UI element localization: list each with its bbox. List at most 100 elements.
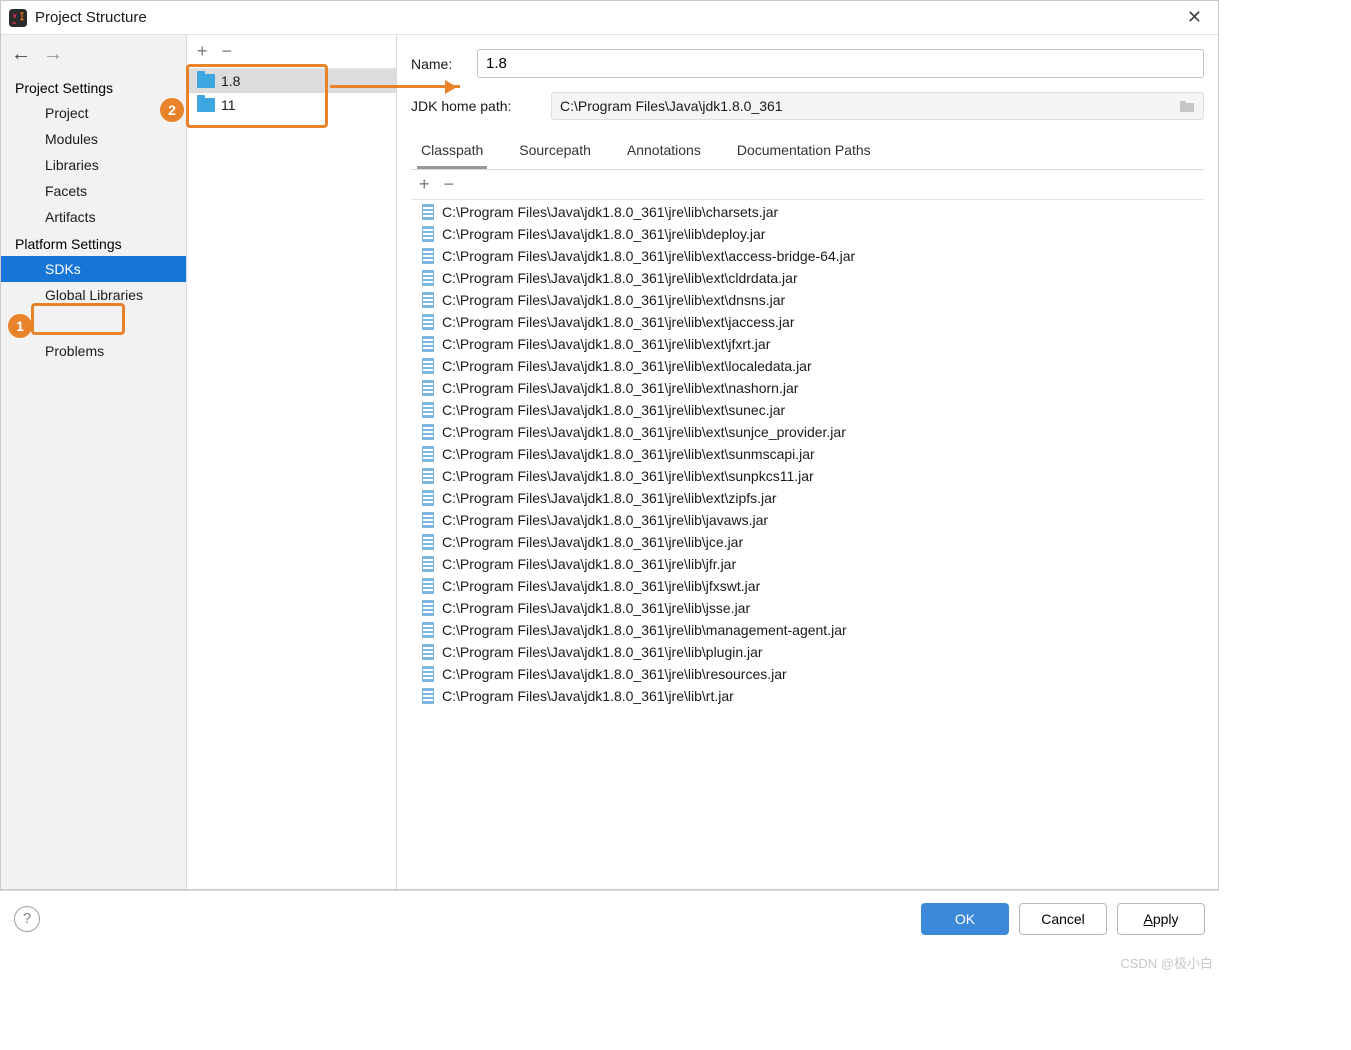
browse-folder-icon[interactable] <box>1179 99 1195 113</box>
sidebar-item-modules[interactable]: Modules <box>1 126 186 152</box>
classpath-path: C:\Program Files\Java\jdk1.8.0_361\jre\l… <box>442 226 765 242</box>
sidebar-item-sdks[interactable]: SDKs <box>1 256 186 282</box>
classpath-path: C:\Program Files\Java\jdk1.8.0_361\jre\l… <box>442 578 760 594</box>
classpath-row[interactable]: C:\Program Files\Java\jdk1.8.0_361\jre\l… <box>412 201 1203 223</box>
jar-icon <box>422 358 434 374</box>
sidebar-item-project[interactable]: Project <box>1 100 186 126</box>
classpath-path: C:\Program Files\Java\jdk1.8.0_361\jre\l… <box>442 336 770 352</box>
classpath-path: C:\Program Files\Java\jdk1.8.0_361\jre\l… <box>442 490 777 506</box>
classpath-row[interactable]: C:\Program Files\Java\jdk1.8.0_361\jre\l… <box>412 597 1203 619</box>
classpath-path: C:\Program Files\Java\jdk1.8.0_361\jre\l… <box>442 248 855 264</box>
classpath-row[interactable]: C:\Program Files\Java\jdk1.8.0_361\jre\l… <box>412 399 1203 421</box>
apply-button[interactable]: Apply <box>1117 903 1205 935</box>
classpath-path: C:\Program Files\Java\jdk1.8.0_361\jre\l… <box>442 446 815 462</box>
annotation-box-1 <box>31 303 125 335</box>
classpath-list: C:\Program Files\Java\jdk1.8.0_361\jre\l… <box>411 200 1204 889</box>
classpath-path: C:\Program Files\Java\jdk1.8.0_361\jre\l… <box>442 644 763 660</box>
jdk-home-path[interactable]: C:\Program Files\Java\jdk1.8.0_361 <box>551 92 1204 120</box>
jar-icon <box>422 556 434 572</box>
jar-icon <box>422 402 434 418</box>
tab-annotations[interactable]: Annotations <box>623 134 705 169</box>
classpath-row[interactable]: C:\Program Files\Java\jdk1.8.0_361\jre\l… <box>412 619 1203 641</box>
remove-sdk-icon[interactable]: − <box>222 41 233 62</box>
classpath-path: C:\Program Files\Java\jdk1.8.0_361\jre\l… <box>442 468 814 484</box>
jar-icon <box>422 270 434 286</box>
classpath-row[interactable]: C:\Program Files\Java\jdk1.8.0_361\jre\l… <box>412 289 1203 311</box>
back-icon[interactable]: ← <box>11 43 31 66</box>
jar-icon <box>422 424 434 440</box>
classpath-row[interactable]: C:\Program Files\Java\jdk1.8.0_361\jre\l… <box>412 553 1203 575</box>
classpath-row[interactable]: C:\Program Files\Java\jdk1.8.0_361\jre\l… <box>412 245 1203 267</box>
add-sdk-icon[interactable]: + <box>197 41 208 62</box>
sidebar-item-facets[interactable]: Facets <box>1 178 186 204</box>
remove-classpath-icon[interactable]: − <box>444 174 455 195</box>
classpath-path: C:\Program Files\Java\jdk1.8.0_361\jre\l… <box>442 270 798 286</box>
dialog-footer: ? OK Cancel Apply <box>0 890 1219 946</box>
jar-icon <box>422 490 434 506</box>
classpath-path: C:\Program Files\Java\jdk1.8.0_361\jre\l… <box>442 534 743 550</box>
add-classpath-icon[interactable]: + <box>419 174 430 195</box>
tab-classpath[interactable]: Classpath <box>417 134 487 169</box>
classpath-row[interactable]: C:\Program Files\Java\jdk1.8.0_361\jre\l… <box>412 443 1203 465</box>
sidebar-item-artifacts[interactable]: Artifacts <box>1 204 186 230</box>
jar-icon <box>422 226 434 242</box>
sdk-details-panel: Name: JDK home path: C:\Program Files\Ja… <box>397 35 1218 889</box>
classpath-row[interactable]: C:\Program Files\Java\jdk1.8.0_361\jre\l… <box>412 377 1203 399</box>
classpath-path: C:\Program Files\Java\jdk1.8.0_361\jre\l… <box>442 622 847 638</box>
help-button[interactable]: ? <box>14 906 40 932</box>
classpath-row[interactable]: C:\Program Files\Java\jdk1.8.0_361\jre\l… <box>412 421 1203 443</box>
classpath-row[interactable]: C:\Program Files\Java\jdk1.8.0_361\jre\l… <box>412 465 1203 487</box>
classpath-path: C:\Program Files\Java\jdk1.8.0_361\jre\l… <box>442 600 750 616</box>
classpath-path: C:\Program Files\Java\jdk1.8.0_361\jre\l… <box>442 402 785 418</box>
classpath-row[interactable]: C:\Program Files\Java\jdk1.8.0_361\jre\l… <box>412 575 1203 597</box>
classpath-row[interactable]: C:\Program Files\Java\jdk1.8.0_361\jre\l… <box>412 311 1203 333</box>
jar-icon <box>422 600 434 616</box>
classpath-row[interactable]: C:\Program Files\Java\jdk1.8.0_361\jre\l… <box>412 267 1203 289</box>
annotation-badge-2: 2 <box>160 98 184 122</box>
name-input[interactable] <box>477 49 1204 78</box>
jar-icon <box>422 512 434 528</box>
annotation-arrow <box>330 85 460 88</box>
classpath-row[interactable]: C:\Program Files\Java\jdk1.8.0_361\jre\l… <box>412 663 1203 685</box>
jar-icon <box>422 380 434 396</box>
classpath-row[interactable]: C:\Program Files\Java\jdk1.8.0_361\jre\l… <box>412 487 1203 509</box>
classpath-path: C:\Program Files\Java\jdk1.8.0_361\jre\l… <box>442 556 736 572</box>
tab-sourcepath[interactable]: Sourcepath <box>515 134 595 169</box>
classpath-path: C:\Program Files\Java\jdk1.8.0_361\jre\l… <box>442 666 787 682</box>
jar-icon <box>422 336 434 352</box>
classpath-path: C:\Program Files\Java\jdk1.8.0_361\jre\l… <box>442 424 846 440</box>
classpath-path: C:\Program Files\Java\jdk1.8.0_361\jre\l… <box>442 380 798 396</box>
sidebar-item-libraries[interactable]: Libraries <box>1 152 186 178</box>
tab-documentation-paths[interactable]: Documentation Paths <box>733 134 875 169</box>
classpath-row[interactable]: C:\Program Files\Java\jdk1.8.0_361\jre\l… <box>412 355 1203 377</box>
forward-icon[interactable]: → <box>43 43 63 66</box>
sidebar-item-problems[interactable]: Problems <box>1 338 186 364</box>
classpath-row[interactable]: C:\Program Files\Java\jdk1.8.0_361\jre\l… <box>412 685 1203 707</box>
name-label: Name: <box>411 56 463 72</box>
jar-icon <box>422 314 434 330</box>
sidebar-section-project: Project Settings <box>1 74 186 100</box>
classpath-row[interactable]: C:\Program Files\Java\jdk1.8.0_361\jre\l… <box>412 509 1203 531</box>
ok-button[interactable]: OK <box>921 903 1009 935</box>
jar-icon <box>422 622 434 638</box>
classpath-row[interactable]: C:\Program Files\Java\jdk1.8.0_361\jre\l… <box>412 641 1203 663</box>
classpath-row[interactable]: C:\Program Files\Java\jdk1.8.0_361\jre\l… <box>412 333 1203 355</box>
jar-icon <box>422 534 434 550</box>
titlebar: Project Structure ✕ <box>1 1 1218 35</box>
sidebar: ← → Project Settings ProjectModulesLibra… <box>1 35 187 889</box>
sidebar-section-platform: Platform Settings <box>1 230 186 256</box>
jar-icon <box>422 666 434 682</box>
close-icon[interactable]: ✕ <box>1179 3 1210 32</box>
classpath-row[interactable]: C:\Program Files\Java\jdk1.8.0_361\jre\l… <box>412 531 1203 553</box>
classpath-path: C:\Program Files\Java\jdk1.8.0_361\jre\l… <box>442 512 768 528</box>
jar-icon <box>422 292 434 308</box>
annotation-box-2 <box>186 64 328 128</box>
jar-icon <box>422 204 434 220</box>
watermark: CSDN @极小白 <box>1120 953 1213 972</box>
jar-icon <box>422 248 434 264</box>
jdk-home-value: C:\Program Files\Java\jdk1.8.0_361 <box>560 98 783 114</box>
project-structure-dialog: Project Structure ✕ ← → Project Settings… <box>0 0 1219 890</box>
classpath-row[interactable]: C:\Program Files\Java\jdk1.8.0_361\jre\l… <box>412 223 1203 245</box>
app-icon <box>9 9 27 27</box>
cancel-button[interactable]: Cancel <box>1019 903 1107 935</box>
